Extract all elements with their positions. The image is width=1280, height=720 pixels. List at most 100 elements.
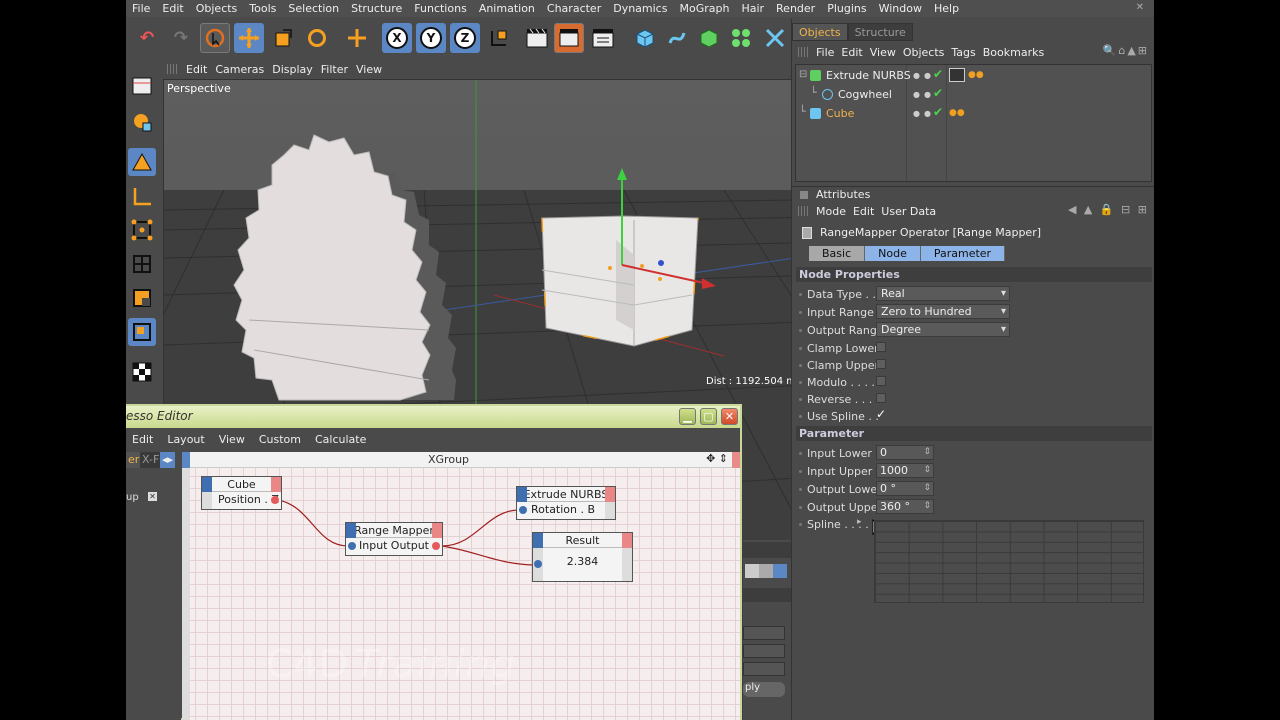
xpresso-tag-icon[interactable] (949, 68, 965, 82)
panel-tool-icon[interactable] (745, 564, 759, 578)
enabled-check-icon[interactable]: ✔ (933, 86, 943, 100)
spline-pen-icon[interactable] (662, 23, 692, 53)
spline-expand-arrow-icon[interactable]: ▸ (857, 517, 862, 527)
menu-selection[interactable]: Selection (282, 2, 345, 15)
use-model-mode-icon[interactable] (128, 72, 156, 100)
visibility-dots-icon[interactable]: ●● (913, 71, 935, 80)
menu-functions[interactable]: Functions (408, 2, 473, 15)
x-axis-lock-button[interactable]: X (382, 23, 412, 53)
menu-structure[interactable]: Structure (345, 2, 408, 15)
attributes-menu-edit[interactable]: Edit (853, 205, 881, 218)
object-row-extrude-nurbs[interactable]: ⊟ Extrude NURBS ●● ✔ ●● (796, 67, 1151, 85)
enabled-check-icon[interactable]: ✔ (933, 67, 943, 81)
viewport-menu-edit[interactable]: Edit (185, 63, 214, 76)
viewport-menu-cameras[interactable]: Cameras (214, 63, 271, 76)
menu-animation[interactable]: Animation (473, 2, 541, 15)
menu-plugins[interactable]: Plugins (821, 2, 872, 15)
menu-hair[interactable]: Hair (735, 2, 770, 15)
objects-menu-bookmarks[interactable]: Bookmarks (983, 46, 1051, 59)
deformer-icon[interactable] (760, 23, 790, 53)
object-row-cogwheel[interactable]: └ Cogwheel ●● ✔ (796, 86, 1151, 104)
objects-panel-tool-icons[interactable]: 🔍⌂▲⊞ (1103, 44, 1149, 57)
viewport-menu-display[interactable]: Display (271, 63, 320, 76)
y-axis-lock-button[interactable]: Y (416, 23, 446, 53)
panel-tool-icon[interactable] (773, 564, 787, 578)
nurbs-icon[interactable] (694, 23, 724, 53)
panel-grip-icon[interactable] (798, 206, 810, 216)
texture-mode-icon[interactable] (128, 108, 156, 136)
panel-grip-icon[interactable] (798, 47, 810, 57)
tag-icon[interactable]: ●● (949, 108, 965, 118)
menu-mograph[interactable]: MoGraph (673, 2, 735, 15)
points-mode-icon[interactable] (128, 182, 156, 210)
objects-menu-view[interactable]: View (870, 46, 903, 59)
polygon-select-icon[interactable] (128, 284, 156, 312)
render-picture-viewer-icon[interactable] (554, 23, 584, 53)
menu-file[interactable]: File (126, 2, 156, 15)
mograph-cloner-icon[interactable] (726, 23, 756, 53)
input-upper-field[interactable]: 1000 (876, 463, 934, 478)
modulo-checkbox[interactable] (876, 376, 886, 386)
render-view-icon[interactable] (522, 23, 552, 53)
parameter-section[interactable]: Parameter (796, 426, 1152, 441)
checkerboard-icon[interactable] (128, 358, 156, 386)
menu-help[interactable]: Help (928, 2, 965, 15)
cube-object-icon[interactable] (630, 23, 660, 53)
data-type-dropdown[interactable]: Real (876, 286, 1010, 301)
recent-tools-icon[interactable] (342, 23, 372, 53)
expand-minus-icon[interactable]: ⊟ (799, 69, 807, 80)
tab-structure[interactable]: Structure (847, 23, 913, 41)
rotate-tool-icon[interactable] (302, 23, 332, 53)
output-range-dropdown[interactable]: Degree (876, 322, 1010, 337)
scale-tool-icon[interactable] (268, 23, 298, 53)
tab-parameter[interactable]: Parameter (920, 246, 1006, 261)
use-spline-checkbox[interactable]: ✓ (876, 407, 886, 421)
clamp-lower-checkbox[interactable] (876, 342, 886, 352)
viewport-menu-filter[interactable]: Filter (320, 63, 355, 76)
objects-menu-tags[interactable]: Tags (951, 46, 982, 59)
reverse-checkbox[interactable] (876, 393, 886, 403)
input-port-icon[interactable] (348, 542, 356, 550)
objects-menu-objects[interactable]: Objects (903, 46, 952, 59)
output-port-icon[interactable] (432, 542, 440, 550)
enabled-check-icon[interactable]: ✔ (933, 105, 943, 119)
attributes-nav-icons[interactable]: ◀ ▲ 🔒 ⊟ ⊞ (1068, 203, 1149, 216)
window-close-icon[interactable]: ✕ (1130, 2, 1150, 13)
menu-window[interactable]: Window (873, 2, 928, 15)
polygons-mode-icon[interactable] (128, 250, 156, 278)
tab-node[interactable]: Node (865, 246, 921, 261)
objects-menu-file[interactable]: File (816, 46, 841, 59)
node-properties-section[interactable]: Node Properties (796, 267, 1152, 282)
input-lower-field[interactable]: 0 (876, 445, 934, 460)
output-lower-field[interactable]: 0 ° (876, 481, 934, 496)
object-row-cube[interactable]: └ Cube ●● ✔ ●● (796, 105, 1151, 123)
node-cube[interactable]: Cube Position . Z (201, 476, 282, 510)
node-extrude-nurbs[interactable]: Extrude NURBS Rotation . B (516, 486, 616, 520)
attributes-menu-user-data[interactable]: User Data (881, 205, 943, 218)
tag-icon[interactable]: ●● (968, 70, 984, 80)
menu-render[interactable]: Render (770, 2, 821, 15)
panel-grip-icon[interactable] (167, 64, 179, 74)
panel-tool-icon[interactable] (759, 564, 773, 578)
apply-button[interactable]: ply (743, 682, 785, 697)
tab-objects[interactable]: Objects (792, 23, 848, 41)
edges-mode-icon[interactable] (128, 216, 156, 244)
menu-tools[interactable]: Tools (243, 2, 282, 15)
visibility-dots-icon[interactable]: ●● (913, 90, 935, 99)
input-port-icon[interactable] (519, 506, 527, 514)
spline-editor-graph[interactable] (874, 520, 1144, 603)
workplane-mode-icon[interactable] (128, 318, 156, 346)
menu-edit[interactable]: Edit (156, 2, 189, 15)
objects-menu-edit[interactable]: Edit (841, 46, 869, 59)
menu-dynamics[interactable]: Dynamics (607, 2, 673, 15)
attributes-menu-mode[interactable]: Mode (816, 205, 853, 218)
output-port-icon[interactable] (271, 496, 279, 504)
object-axis-mode-icon[interactable] (128, 148, 156, 176)
live-selection-icon[interactable] (200, 23, 230, 53)
visibility-dots-icon[interactable]: ●● (913, 109, 935, 118)
redo-icon[interactable]: ↷ (166, 23, 196, 53)
render-settings-icon[interactable] (588, 23, 618, 53)
viewport-menu-view[interactable]: View (355, 63, 389, 76)
z-axis-lock-button[interactable]: Z (450, 23, 480, 53)
output-upper-field[interactable]: 360 ° (876, 499, 934, 514)
